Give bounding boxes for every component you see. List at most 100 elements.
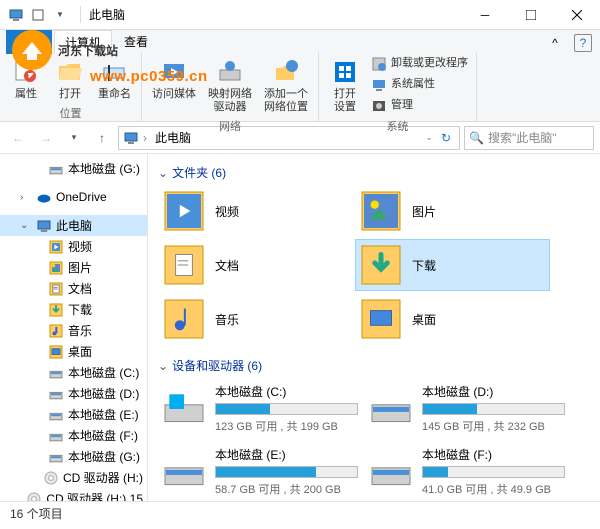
sysprops-button[interactable]: 系统属性 <box>369 75 470 95</box>
pictures-icon <box>48 260 64 276</box>
folder-item-downloads[interactable]: 下载 <box>355 239 550 291</box>
folder-item-video[interactable]: 视频 <box>158 185 353 237</box>
rename-button[interactable]: 重命名 <box>94 54 135 103</box>
open-settings-button[interactable]: 打开 设置 <box>325 54 365 116</box>
sidebar-item-12[interactable]: 本地磁盘 (F:) <box>0 425 147 446</box>
folder-item-documents[interactable]: 文档 <box>158 239 353 291</box>
section-folders[interactable]: ⌄文件夹 (6) <box>158 160 590 185</box>
open-button[interactable]: 打开 <box>50 54 90 103</box>
folder-item-music[interactable]: 音乐 <box>158 293 353 345</box>
ribbon-help-icon[interactable]: ? <box>574 34 592 52</box>
tree-toggle-icon[interactable]: ⌄ <box>20 220 32 231</box>
sidebar-item-11[interactable]: 本地磁盘 (E:) <box>0 404 147 425</box>
drive-free-text: 41.0 GB 可用 , 共 49.9 GB <box>422 481 565 497</box>
add-location-button[interactable]: 添加一个 网络位置 <box>260 54 312 116</box>
sidebar[interactable]: 本地磁盘 (G:)›OneDrive⌄此电脑视频图片文档下载音乐桌面本地磁盘 (… <box>0 154 148 501</box>
sidebar-item-6[interactable]: 下载 <box>0 299 147 320</box>
drive-item-0[interactable]: 本地磁盘 (C:) 123 GB 可用 , 共 199 GB <box>158 378 363 439</box>
sidebar-item-label: 本地磁盘 (D:) <box>68 385 139 402</box>
group-system-label: 系统 <box>387 116 409 134</box>
forward-button[interactable]: → <box>34 126 58 150</box>
sidebar-item-0[interactable]: 本地磁盘 (G:) <box>0 158 147 179</box>
back-button[interactable]: ← <box>6 126 30 150</box>
sidebar-item-label: 视频 <box>68 238 92 255</box>
up-button[interactable]: ↑ <box>90 126 114 150</box>
tree-toggle-icon[interactable]: › <box>20 192 32 203</box>
properties-button[interactable]: 属性 <box>6 54 46 103</box>
search-input[interactable]: 🔍 搜索"此电脑" <box>464 126 594 150</box>
uninstall-button[interactable]: 卸载或更改程序 <box>369 54 470 74</box>
manage-icon <box>371 98 387 114</box>
sidebar-item-label: 本地磁盘 (G:) <box>68 160 140 177</box>
refresh-button[interactable]: ↻ <box>437 131 455 145</box>
tab-computer[interactable]: 计算机 <box>54 30 112 54</box>
manage-button[interactable]: 管理 <box>369 96 470 116</box>
sidebar-item-label: 本地磁盘 (C:) <box>68 364 139 381</box>
uninstall-icon <box>371 56 387 72</box>
drive-icon <box>48 365 64 381</box>
pc-icon <box>123 130 139 146</box>
group-location-label: 位置 <box>60 103 82 121</box>
statusbar: 16 个项目 <box>0 501 600 525</box>
breadcrumb[interactable]: 此电脑 <box>151 129 195 146</box>
properties-icon <box>10 56 42 88</box>
qat-dropdown-icon[interactable]: ▼ <box>52 7 68 23</box>
onedrive-icon <box>36 189 52 205</box>
sidebar-item-label: CD 驱动器 (H:) 15 <box>46 490 143 501</box>
drive-item-3[interactable]: 本地磁盘 (F:)41.0 GB 可用 , 共 49.9 GB <box>365 441 570 501</box>
group-network-label: 网络 <box>219 116 241 134</box>
sidebar-item-7[interactable]: 音乐 <box>0 320 147 341</box>
sidebar-item-8[interactable]: 桌面 <box>0 341 147 362</box>
sidebar-item-4[interactable]: 图片 <box>0 257 147 278</box>
close-button[interactable] <box>554 0 600 30</box>
sidebar-item-5[interactable]: 文档 <box>0 278 147 299</box>
map-drive-icon <box>214 56 246 88</box>
folder-label: 文档 <box>215 257 239 274</box>
sidebar-item-1[interactable]: ›OneDrive <box>0 187 147 207</box>
map-drive-button[interactable]: 映射网络 驱动器 <box>204 54 256 116</box>
recent-dropdown[interactable]: ▾ <box>62 126 86 150</box>
sysprops-icon <box>371 77 387 93</box>
access-media-button[interactable]: 访问媒体 <box>148 54 200 103</box>
maximize-button[interactable] <box>508 0 554 30</box>
sidebar-item-label: 音乐 <box>68 322 92 339</box>
folder-item-desktop[interactable]: 桌面 <box>355 293 550 345</box>
drive-name: 本地磁盘 (C:) <box>215 383 358 400</box>
drive-item-1[interactable]: 本地磁盘 (D:)145 GB 可用 , 共 232 GB <box>365 378 570 439</box>
qat-icon[interactable] <box>30 7 46 23</box>
drive-icon <box>370 388 412 430</box>
drive-icon <box>370 451 412 493</box>
content-area[interactable]: ⌄文件夹 (6) 视频 图片文档 下载音乐 桌面 ⌄设备和驱动器 (6) 本地磁盘 (… <box>148 154 600 501</box>
chevron-down-icon: ⌄ <box>158 359 168 373</box>
minimize-button[interactable]: ─ <box>462 0 508 30</box>
drive-usage-bar <box>215 403 358 415</box>
search-icon: 🔍 <box>469 131 484 145</box>
item-count: 16 个项目 <box>10 505 63 522</box>
folder-item-pictures[interactable]: 图片 <box>355 185 550 237</box>
tab-file[interactable]: 文件 <box>6 30 52 54</box>
tab-view[interactable]: 查看 <box>114 30 158 54</box>
sidebar-item-10[interactable]: 本地磁盘 (D:) <box>0 383 147 404</box>
rename-icon <box>99 56 131 88</box>
folder-label: 音乐 <box>215 311 239 328</box>
sidebar-item-14[interactable]: CD 驱动器 (H:) <box>0 467 147 488</box>
address-box[interactable]: › 此电脑 ⌄ ↻ <box>118 126 460 150</box>
drive-usage-bar <box>422 466 565 478</box>
cd-icon <box>43 470 59 486</box>
sidebar-item-label: 桌面 <box>68 343 92 360</box>
sidebar-item-9[interactable]: 本地磁盘 (C:) <box>0 362 147 383</box>
drive-item-2[interactable]: 本地磁盘 (E:)58.7 GB 可用 , 共 200 GB <box>158 441 363 501</box>
sidebar-item-label: CD 驱动器 (H:) <box>63 469 143 486</box>
help-button[interactable]: ^ <box>546 34 564 52</box>
chevron-down-icon: ⌄ <box>158 166 168 180</box>
drive-name: 本地磁盘 (E:) <box>215 446 358 463</box>
sidebar-item-2[interactable]: ⌄此电脑 <box>0 215 147 236</box>
sidebar-item-13[interactable]: 本地磁盘 (G:) <box>0 446 147 467</box>
sidebar-item-15[interactable]: CD 驱动器 (H:) 15 <box>0 488 147 501</box>
sidebar-item-3[interactable]: 视频 <box>0 236 147 257</box>
folder-label: 视频 <box>215 203 239 220</box>
drive-usage-bar <box>422 403 565 415</box>
section-drives[interactable]: ⌄设备和驱动器 (6) <box>158 353 590 378</box>
sidebar-item-label: 本地磁盘 (E:) <box>68 406 139 423</box>
drive-free-text: 123 GB 可用 , 共 199 GB <box>215 418 358 434</box>
